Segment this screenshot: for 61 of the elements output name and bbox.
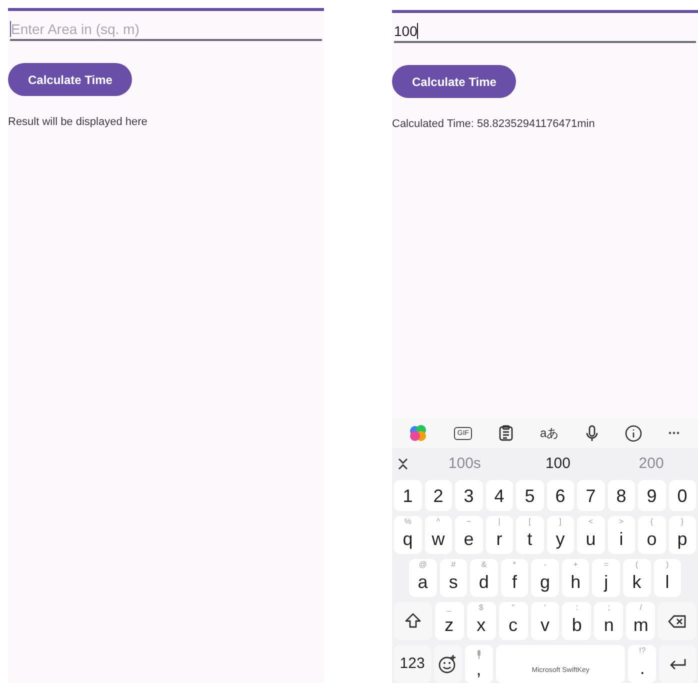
keyboard-key[interactable]: > i xyxy=(608,516,635,554)
calculate-time-button[interactable]: Calculate Time xyxy=(8,63,132,96)
keyboard-key[interactable]: 123 xyxy=(394,645,431,683)
keyboard-key[interactable]: } p xyxy=(668,516,696,554)
keyboard-key[interactable]: ] y xyxy=(546,516,574,554)
keyboard-key[interactable]: $ x xyxy=(466,602,496,640)
colorful-blob-icon[interactable] xyxy=(409,424,428,442)
more-icon[interactable] xyxy=(668,431,680,436)
keyboard-key[interactable]: ^ w xyxy=(424,516,452,554)
keyboard-key[interactable]: 6 xyxy=(546,480,574,511)
keyboard-key[interactable] xyxy=(434,645,462,683)
keyboard-key[interactable]: & d xyxy=(470,559,498,597)
keyboard-key[interactable]: 8 xyxy=(608,480,635,511)
keyboard-key[interactable]: ; n xyxy=(594,602,624,640)
keyboard-key[interactable]: " c xyxy=(498,602,528,640)
keyboard-key[interactable]: ) l xyxy=(654,559,682,597)
keyboard-key[interactable] xyxy=(658,602,696,640)
keyboard-key[interactable]: * f xyxy=(500,559,528,597)
keyboard-key[interactable]: = j xyxy=(592,559,620,597)
keyboard-key[interactable]: : b xyxy=(562,602,592,640)
keyboard-key[interactable]: 7 xyxy=(577,480,604,511)
keyboard-key[interactable]: 0 xyxy=(668,480,696,511)
collapse-icon[interactable] xyxy=(398,458,408,470)
keyboard-key[interactable]: - g xyxy=(531,559,559,597)
info-icon[interactable] xyxy=(624,424,642,442)
smiley-icon xyxy=(438,654,458,674)
keyboard-key[interactable]: % q xyxy=(394,516,422,554)
result-text: Result will be displayed here xyxy=(8,115,148,130)
shift-icon xyxy=(404,613,421,629)
backspace-icon xyxy=(668,614,686,628)
keyboard-key[interactable] xyxy=(394,602,432,640)
keyboard-key[interactable]: !? . xyxy=(628,645,656,683)
keyboard-key[interactable]: ( k xyxy=(622,559,650,597)
keyboard-key[interactable]: 9 xyxy=(638,480,666,511)
keyboard-key[interactable]: | r xyxy=(486,516,513,554)
microphone-icon xyxy=(476,650,482,658)
keyboard-key[interactable]: 4 xyxy=(486,480,513,511)
keyboard-key[interactable]: _ z xyxy=(434,602,464,640)
keyboard-key[interactable]: ' v xyxy=(530,602,560,640)
suggestion[interactable]: 100 xyxy=(511,452,605,476)
enter-icon xyxy=(668,658,687,670)
clipboard-icon[interactable] xyxy=(499,425,514,442)
result-text: Calculated Time: 58.82352941176471min xyxy=(392,117,595,132)
keyboard-key[interactable]: 3 xyxy=(455,480,482,511)
keyboard-key[interactable]: 1 xyxy=(394,480,422,511)
translate-button[interactable]: aあ xyxy=(540,424,559,442)
keyboard-key[interactable]: # s xyxy=(440,559,468,597)
keyboard-key[interactable]: + h xyxy=(562,559,590,597)
calculate-time-button[interactable]: Calculate Time xyxy=(392,65,516,98)
keyboard-key[interactable]: [ t xyxy=(516,516,544,554)
microphone-icon[interactable] xyxy=(586,424,598,442)
keyboard-key[interactable]: / m xyxy=(626,602,656,640)
keyboard-key[interactable]: 5 xyxy=(516,480,544,511)
keyboard-key[interactable]: { o xyxy=(638,516,666,554)
keyboard-key[interactable] xyxy=(659,645,696,683)
keyboard-key[interactable]: ~ e xyxy=(455,516,482,554)
keyboard-key[interactable]: @ a xyxy=(409,559,437,597)
keyboard-key[interactable]: , xyxy=(464,645,493,683)
keyboard-key[interactable]: < u xyxy=(577,516,604,554)
keyboard-key[interactable]: 2 xyxy=(424,480,452,511)
area-input-field[interactable]: 100 xyxy=(394,21,696,43)
